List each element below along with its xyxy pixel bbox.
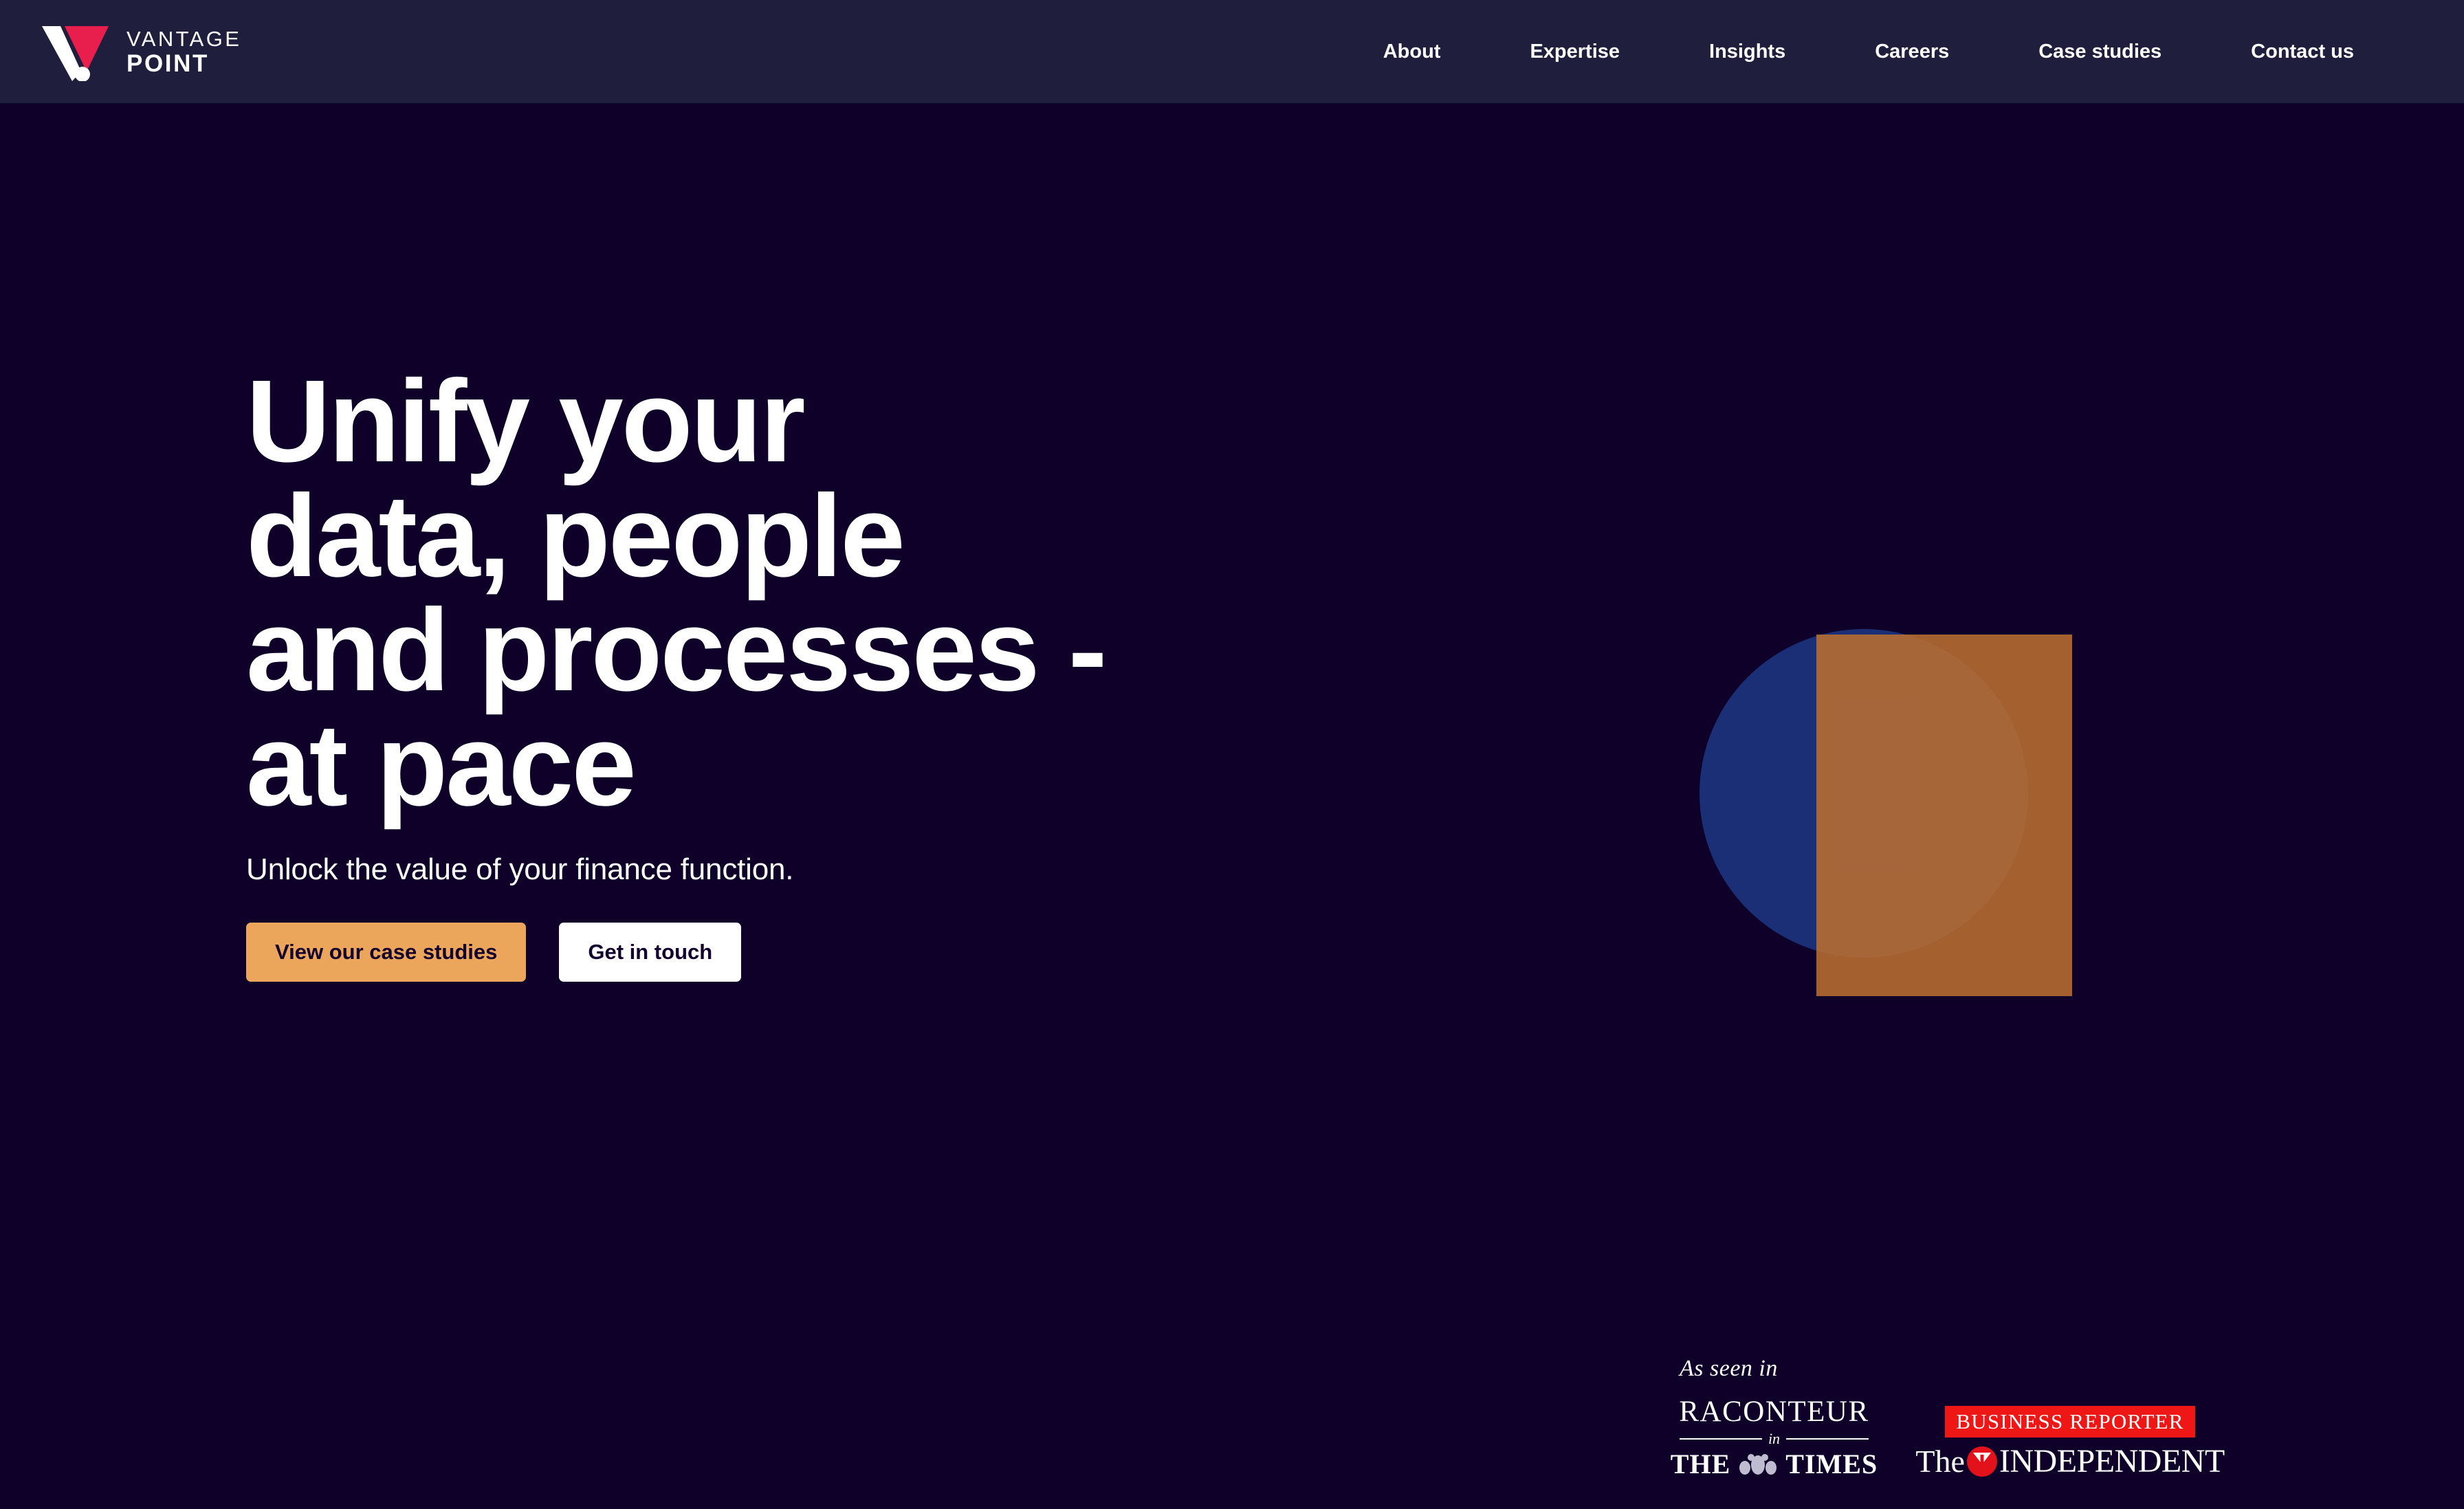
hero-subtitle: Unlock the value of your finance functio… [246, 852, 794, 887]
the-independent-wordmark: The INDEPENDENT [1915, 1443, 2225, 1479]
times-royal-crest-icon [1735, 1453, 1781, 1476]
divider-rule-right [1786, 1438, 1869, 1440]
nav-item-insights[interactable]: Insights [1709, 41, 1785, 63]
raconteur-wordmark: RACONTEUR [1679, 1396, 1869, 1428]
brand-wordmark: VANTAGE POINT [126, 28, 241, 76]
times-word-times: TIMES [1785, 1449, 1878, 1479]
times-word-the: THE [1670, 1449, 1731, 1479]
raconteur-connector-in: in [1768, 1430, 1781, 1447]
as-seen-in-block: As seen in RACONTEUR in THE TIMES BUSINE… [1671, 1356, 2243, 1478]
get-in-touch-button[interactable]: Get in touch [559, 923, 742, 982]
brand-logo[interactable]: VANTAGE POINT [40, 22, 241, 82]
raconteur-times-logo: RACONTEUR in THE TIMES [1671, 1396, 1877, 1478]
site-header: VANTAGE POINT About Expertise Insights C… [0, 0, 2464, 103]
business-reporter-independent-logo: BUSINESS REPORTER The INDEPENDENT [1915, 1406, 2225, 1478]
hero-title: Unify your data, people and processes - … [246, 356, 1107, 830]
hero-decorative-graphic [1700, 629, 2075, 996]
nav-item-case-studies[interactable]: Case studies [2038, 41, 2162, 63]
vantage-point-v-mark-icon [40, 22, 114, 82]
hero-copy: Unify your data, people and processes - … [246, 356, 1552, 982]
main-navigation: About Expertise Insights Careers Case st… [1383, 0, 2464, 103]
brand-line-point: POINT [126, 49, 209, 77]
business-reporter-badge: BUSINESS REPORTER [1945, 1406, 2195, 1438]
as-seen-in-logos: RACONTEUR in THE TIMES BUSINESS REPORTER [1671, 1396, 2243, 1478]
view-case-studies-button[interactable]: View our case studies [246, 923, 527, 982]
independent-word-main: INDEPENDENT [1999, 1443, 2225, 1479]
as-seen-in-label: As seen in [1680, 1356, 1778, 1381]
hero-section: Unify your data, people and processes - … [0, 103, 2464, 1509]
divider-rule-left [1680, 1438, 1762, 1440]
brand-line-vantage: VANTAGE [126, 26, 242, 51]
nav-item-careers[interactable]: Careers [1875, 41, 1949, 63]
hero-actions: View our case studies Get in touch [246, 923, 1552, 982]
the-times-wordmark: THE TIMES [1671, 1451, 1878, 1478]
nav-item-expertise[interactable]: Expertise [1530, 41, 1620, 63]
raconteur-in-divider: in [1680, 1431, 1869, 1446]
nav-item-contact-us[interactable]: Contact us [2251, 41, 2354, 63]
independent-eagle-icon [1966, 1446, 1997, 1477]
graphic-square-shape [1816, 635, 2072, 996]
nav-item-about[interactable]: About [1383, 41, 1441, 63]
independent-word-the: The [1915, 1444, 1965, 1479]
